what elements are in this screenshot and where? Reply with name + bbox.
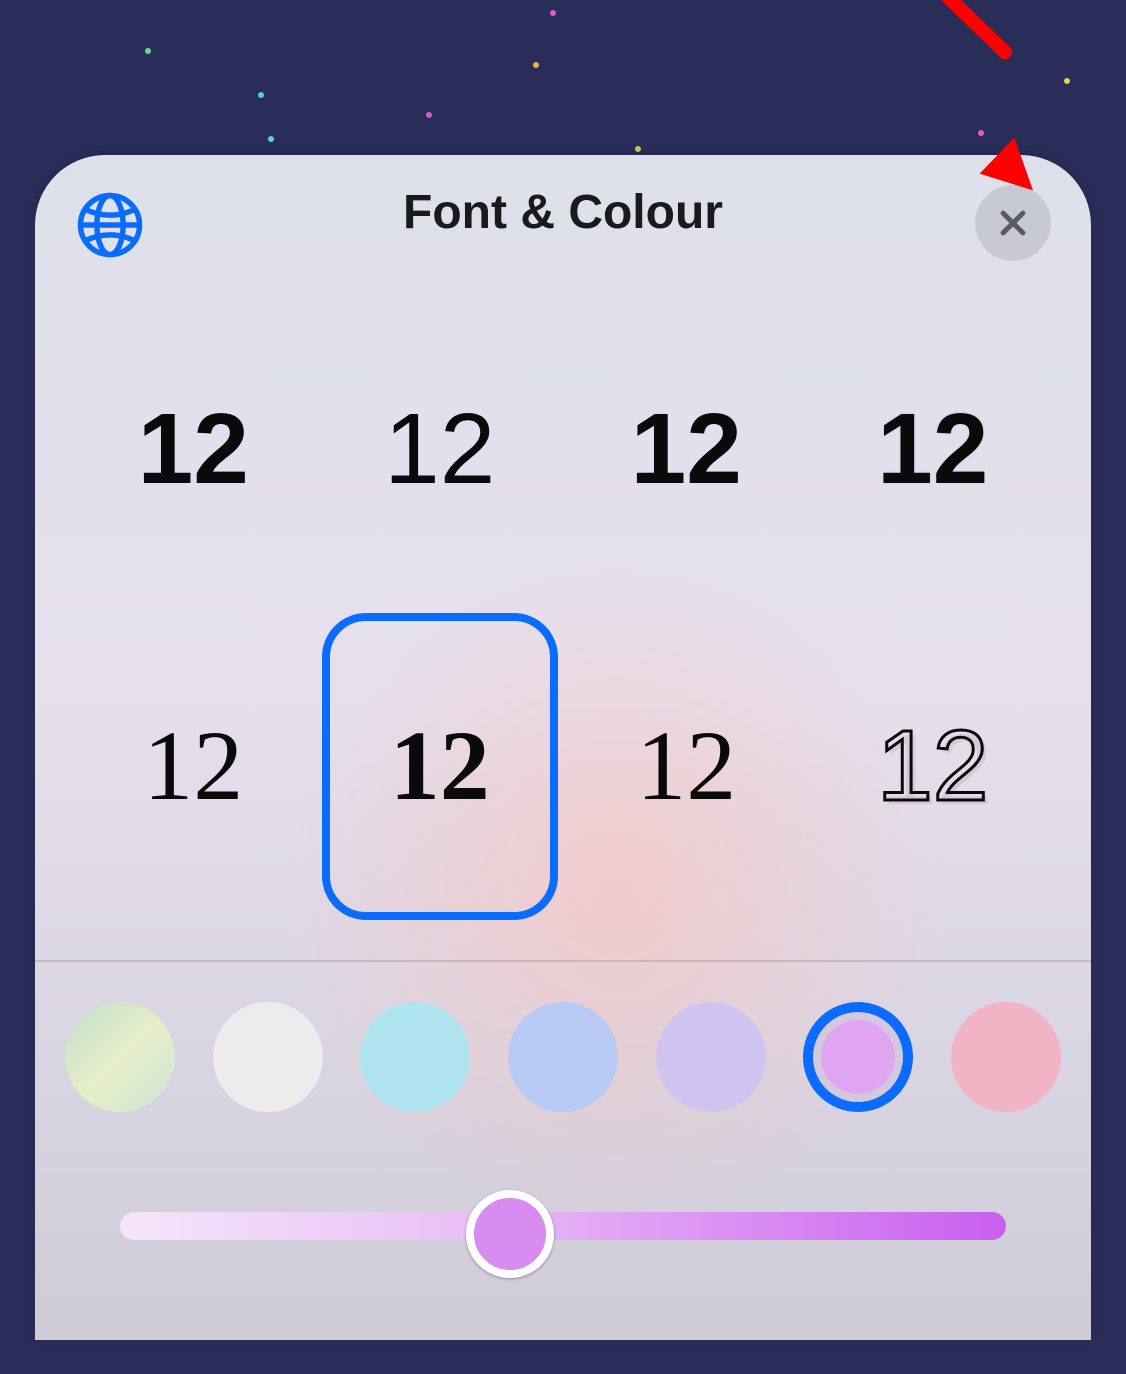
color-pink[interactable] <box>951 1002 1061 1112</box>
star <box>550 10 556 16</box>
star <box>426 112 432 118</box>
color-white[interactable] <box>213 1002 323 1112</box>
color-blue[interactable] <box>508 1002 618 1112</box>
font-sample-number: 12 <box>631 399 742 499</box>
font-sf-bold[interactable]: 12 <box>75 295 312 603</box>
font-serif-slab[interactable]: 12 <box>322 613 559 921</box>
close-button[interactable] <box>975 185 1051 261</box>
color-swatch-row <box>35 962 1091 1152</box>
panel-header: Font & Colour <box>35 155 1091 275</box>
font-sample-number: 12 <box>636 716 736 816</box>
color-cyan[interactable] <box>360 1002 470 1112</box>
font-sf-thin[interactable]: 12 <box>322 295 559 603</box>
star <box>268 136 274 142</box>
font-didot[interactable]: 12 <box>75 613 312 921</box>
color-gradient[interactable] <box>65 1002 175 1112</box>
font-sample-number: 12 <box>877 399 988 499</box>
star <box>1064 78 1070 84</box>
font-sample-number: 12 <box>138 399 249 499</box>
font-grid: 12 12 12 12 12 12 12 12 <box>35 275 1091 960</box>
star <box>533 62 539 68</box>
font-stencil[interactable]: 12 <box>815 295 1052 603</box>
tint-slider[interactable] <box>35 1152 1091 1302</box>
screen-root: Font & Colour 12 12 12 12 12 12 12 12 <box>0 0 1126 1374</box>
font-sample-number: 12 <box>384 399 495 499</box>
close-icon <box>996 206 1030 240</box>
font-sample-number: 12 <box>390 716 490 816</box>
font-rounded[interactable]: 12 <box>568 295 805 603</box>
slider-track <box>120 1212 1006 1240</box>
star <box>145 48 151 54</box>
color-lavender[interactable] <box>656 1002 766 1112</box>
font-script-serif[interactable]: 12 <box>568 613 805 921</box>
color-purple[interactable] <box>803 1002 913 1112</box>
font-sample-number: 12 <box>143 716 243 816</box>
font-sample-number: 12 <box>877 716 988 816</box>
font-outline[interactable]: 12 <box>815 613 1052 921</box>
star <box>635 146 641 152</box>
star <box>258 92 264 98</box>
panel-title: Font & Colour <box>35 185 1091 240</box>
slider-thumb[interactable] <box>466 1190 554 1278</box>
star <box>978 130 984 136</box>
font-colour-panel: Font & Colour 12 12 12 12 12 12 12 12 <box>35 155 1091 1340</box>
